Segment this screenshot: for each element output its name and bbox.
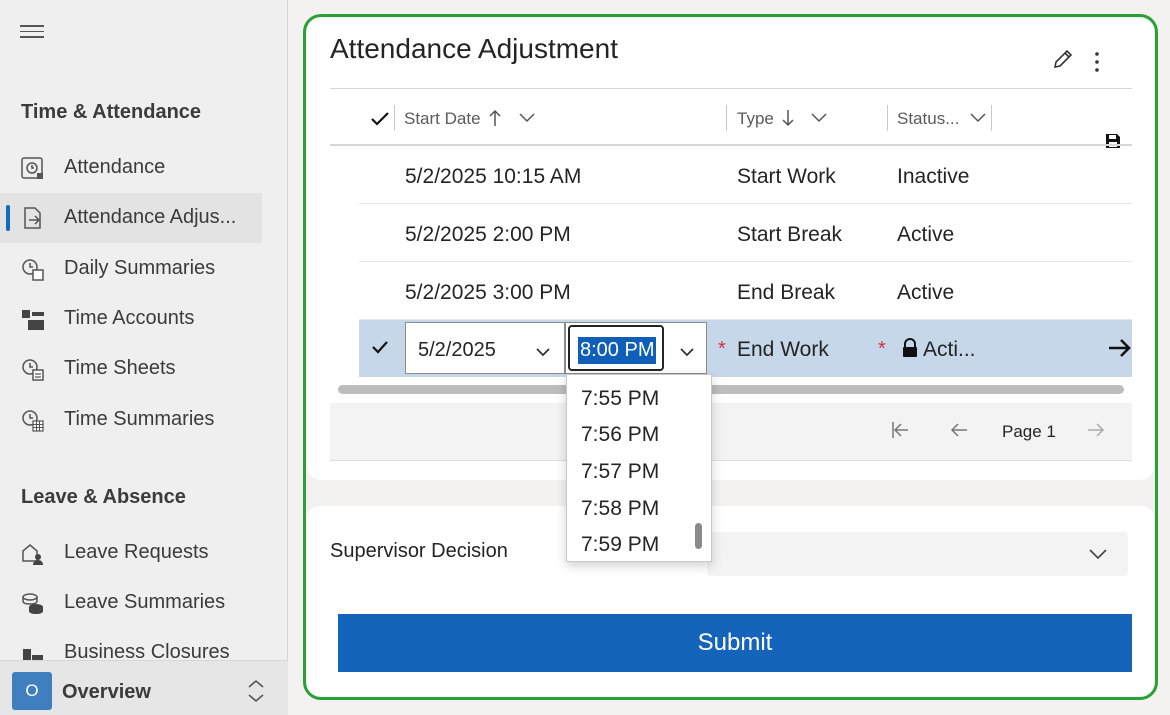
- sidebar-item-label: Leave Summaries: [64, 591, 226, 613]
- time-option[interactable]: 7:55 PM: [581, 387, 659, 411]
- sidebar-item-label: Attendance Adjus...: [64, 206, 237, 228]
- document-arrow-icon: [24, 207, 41, 229]
- hamburger-menu-icon[interactable]: [20, 22, 44, 40]
- area-badge: O: [12, 672, 52, 710]
- calendar-clock-icon: [22, 259, 44, 281]
- section-title-leave-absence: Leave & Absence: [21, 486, 186, 508]
- timesheet-icon: [22, 359, 44, 381]
- time-options-dropdown[interactable]: 7:55 PM 7:56 PM 7:57 PM 7:58 PM 7:59 PM: [566, 374, 712, 562]
- dropdown-scrollbar[interactable]: [695, 523, 702, 549]
- section-title-time-attendance: Time & Attendance: [21, 101, 202, 123]
- main-content: Attendance Adjustment Start Date Type St…: [288, 0, 1170, 715]
- sidebar-item-time-accounts[interactable]: Time Accounts: [0, 294, 262, 344]
- sidebar-item-daily-summaries[interactable]: Daily Summaries: [0, 244, 262, 294]
- sidebar-item-label: Time Sheets: [64, 357, 176, 379]
- accounts-icon: [22, 310, 44, 330]
- time-option[interactable]: 7:56 PM: [581, 423, 659, 447]
- time-option[interactable]: 7:57 PM: [581, 460, 659, 484]
- chevron-up-down-icon: [248, 679, 264, 703]
- sidebar-item-leave-summaries[interactable]: Leave Summaries: [0, 578, 262, 628]
- sidebar: Time & Attendance Attendance Attendance …: [0, 0, 288, 715]
- time-option[interactable]: 7:58 PM: [581, 497, 659, 521]
- sidebar-item-leave-requests[interactable]: Leave Requests: [0, 528, 262, 578]
- coins-icon: [22, 593, 43, 614]
- focus-outline: [303, 14, 1158, 700]
- sidebar-item-label: Time Summaries: [64, 408, 215, 430]
- sidebar-item-time-summaries[interactable]: Time Summaries: [0, 395, 262, 445]
- sidebar-item-time-sheets[interactable]: Time Sheets: [0, 344, 262, 394]
- summary-grid-icon: [22, 410, 44, 432]
- time-option[interactable]: 7:59 PM: [581, 533, 659, 557]
- sidebar-item-attendance-adjustments[interactable]: Attendance Adjus...: [0, 193, 262, 243]
- sidebar-item-label: Attendance: [64, 156, 166, 178]
- sidebar-item-label: Time Accounts: [64, 307, 195, 329]
- area-switcher[interactable]: O Overview: [0, 660, 288, 715]
- leave-request-icon: [22, 544, 43, 565]
- sidebar-item-label: Leave Requests: [64, 541, 209, 563]
- sidebar-item-attendance[interactable]: Attendance: [0, 143, 262, 193]
- clock-icon: [21, 157, 43, 179]
- area-label: Overview: [62, 681, 151, 703]
- sidebar-item-label: Daily Summaries: [64, 257, 216, 279]
